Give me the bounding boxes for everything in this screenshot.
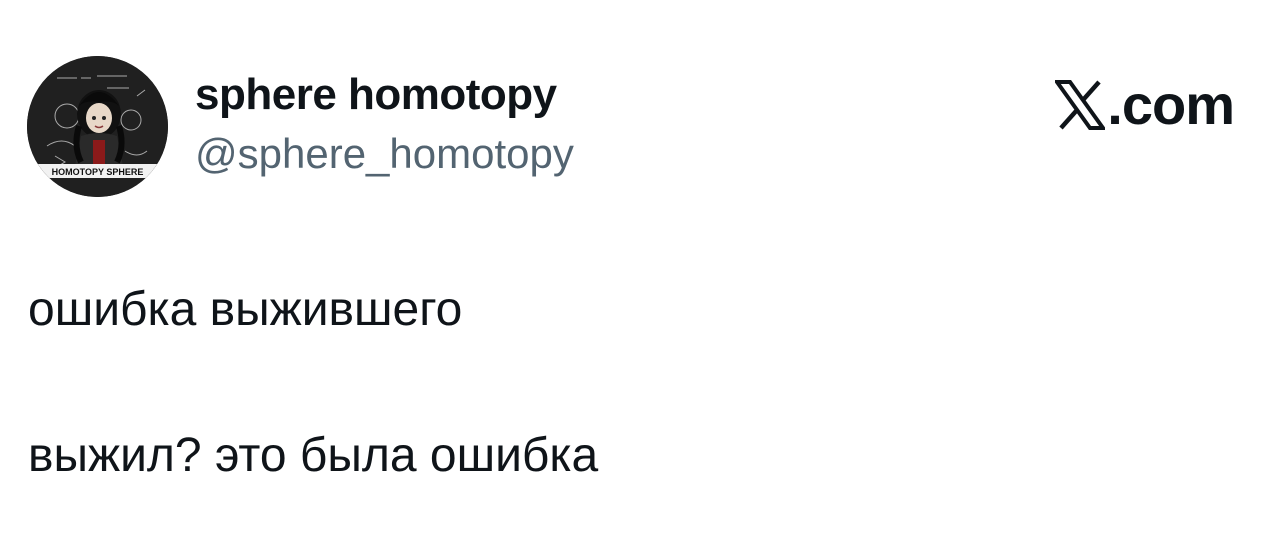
tweet-text-line: выжил? это была ошибка bbox=[28, 429, 599, 482]
x-logo-icon bbox=[1055, 80, 1106, 130]
tweet-card: HOMOTOPY SPHERE sphere homotopy @sphere_… bbox=[0, 0, 1284, 533]
author-display-name[interactable]: sphere homotopy bbox=[195, 70, 557, 120]
brand-domain-text: .com bbox=[1107, 73, 1235, 136]
avatar-illustration: HOMOTOPY SPHERE bbox=[27, 56, 168, 197]
avatar[interactable]: HOMOTOPY SPHERE bbox=[27, 56, 168, 197]
author-handle[interactable]: @sphere_homotopy bbox=[195, 130, 574, 178]
avatar-caption: HOMOTOPY SPHERE bbox=[52, 167, 144, 177]
tweet-text-line: ошибка выжившего bbox=[28, 283, 463, 336]
brand-watermark: .com bbox=[1055, 72, 1235, 137]
